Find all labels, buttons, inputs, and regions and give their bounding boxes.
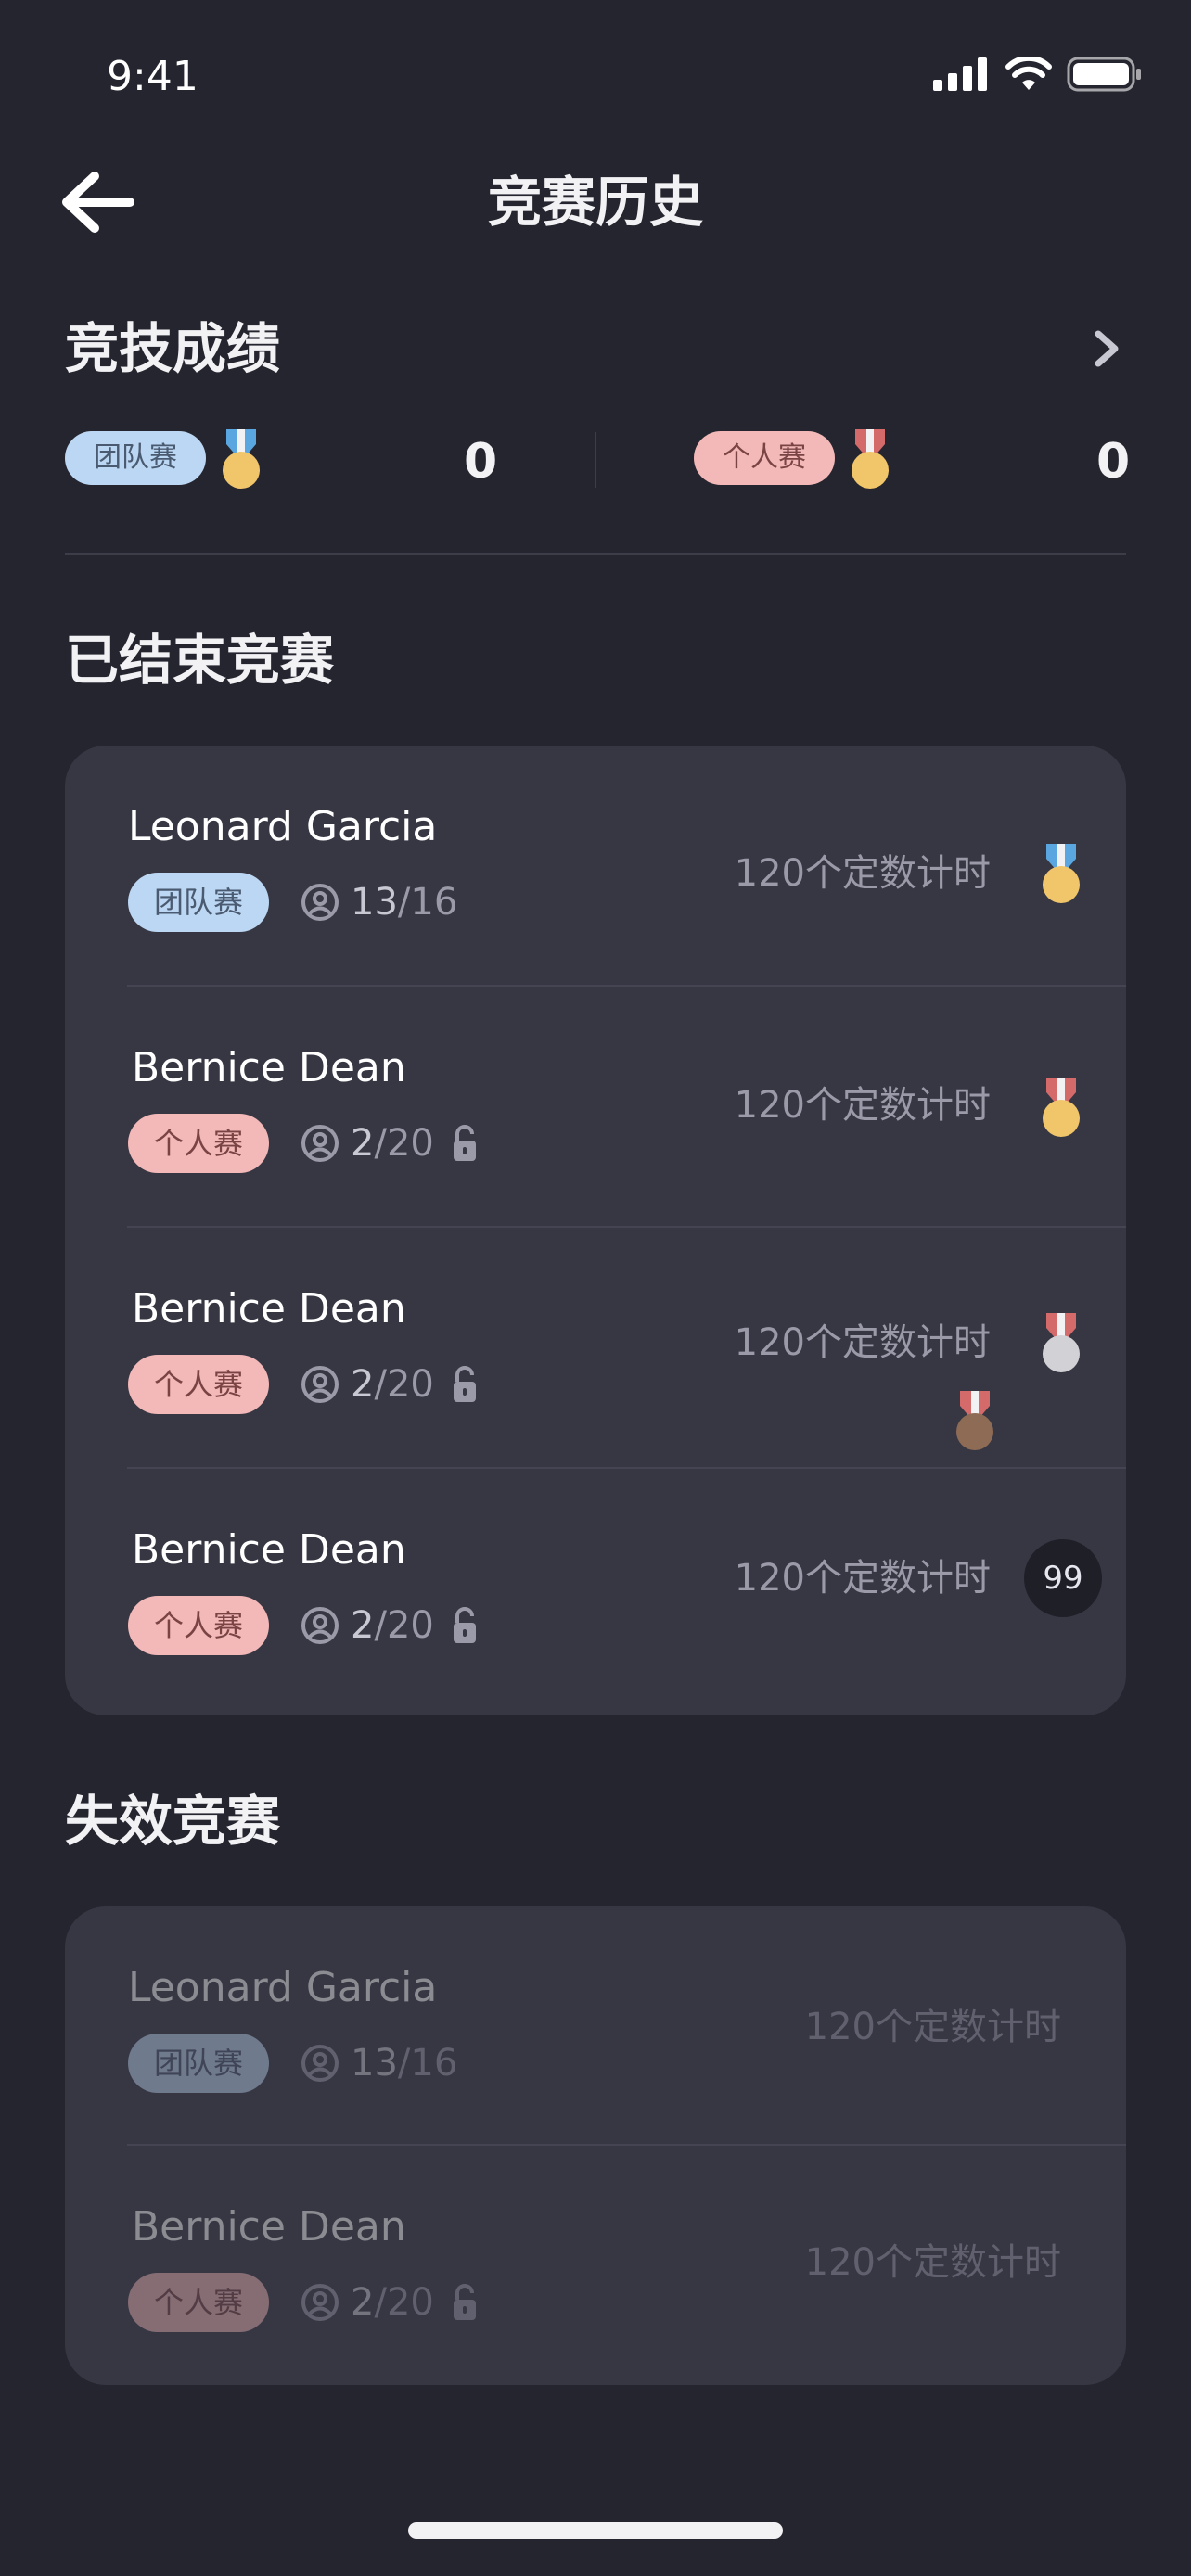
gold-medal-icon — [223, 429, 260, 489]
person-icon — [301, 2045, 339, 2082]
cellular-signal-icon — [933, 57, 987, 91]
joined-count: 13 — [351, 2042, 398, 2085]
section-divider — [65, 553, 1126, 555]
competition-row[interactable]: Bernice Dean 个人赛 2/20 120个定数计时 99 — [65, 1469, 1126, 1710]
competition-name: Leonard Garcia — [128, 803, 438, 850]
participant-count: 13/16 — [351, 881, 458, 924]
competition-meta: 团队赛 13/16 — [128, 2033, 457, 2094]
competition-mode: 120个定数计时 — [804, 2241, 1061, 2284]
person-icon — [301, 2284, 339, 2321]
joined-count: 2 — [351, 1604, 375, 1647]
competition-meta: 团队赛 13/16 — [128, 872, 457, 933]
competition-meta: 个人赛 2/20 — [128, 1595, 479, 1656]
total-count: 20 — [386, 1604, 434, 1647]
expired-competition-row[interactable]: Leonard Garcia 团队赛 13/16 120个定数计时 — [65, 1906, 1126, 2148]
competition-mode: 120个定数计时 — [734, 1084, 991, 1127]
individual-tag: 个人赛 — [128, 1596, 269, 1655]
competition-name: Bernice Dean — [132, 1285, 406, 1333]
battery-icon — [1067, 57, 1141, 92]
page-title: 竞赛历史 — [487, 171, 703, 234]
lock-icon — [453, 2284, 476, 2320]
status-icons — [933, 52, 1143, 96]
person-icon — [301, 1607, 339, 1644]
participant-count: 13/16 — [351, 2042, 458, 2085]
wifi-icon — [1005, 57, 1052, 90]
team-tag: 团队赛 — [65, 431, 206, 485]
competition-meta: 个人赛 2/20 — [128, 2272, 479, 2333]
total-count: 20 — [386, 1363, 434, 1406]
competition-meta: 个人赛 2/20 — [128, 1354, 479, 1415]
expired-title: 失效竞赛 — [65, 1790, 281, 1853]
total-count: 20 — [386, 2281, 434, 2324]
individual-tag: 个人赛 — [694, 431, 835, 485]
competition-name: Leonard Garcia — [128, 1964, 438, 2011]
competition-meta: 个人赛 2/20 — [128, 1113, 479, 1174]
competition-name: Bernice Dean — [132, 1526, 406, 1574]
person-icon — [301, 1125, 339, 1162]
gold-medal-icon — [852, 429, 889, 489]
lock-icon — [453, 1125, 476, 1161]
competition-row[interactable]: Bernice Dean 个人赛 2/20 120个定数计时 — [65, 987, 1126, 1228]
joined-count: 13 — [351, 881, 398, 924]
competition-mode: 120个定数计时 — [804, 2006, 1061, 2048]
competition-name: Bernice Dean — [132, 1044, 406, 1091]
gold-medal-icon — [1043, 844, 1080, 903]
gold-medal-icon — [1043, 1078, 1080, 1137]
individual-score: 0 — [1096, 434, 1131, 490]
total-count: 16 — [410, 881, 458, 924]
finished-card: Leonard Garcia 团队赛 13/16 120个定数计时 Bernic… — [65, 746, 1126, 1715]
individual-tag: 个人赛 — [128, 1114, 269, 1173]
person-icon — [301, 884, 339, 921]
participant-count: 2/20 — [351, 1122, 434, 1165]
competition-row[interactable]: Bernice Dean 个人赛 2/20 120个定数计时 — [65, 1228, 1126, 1469]
competition-mode: 120个定数计时 — [734, 852, 991, 895]
total-count: 16 — [410, 2042, 458, 2085]
achievements-more-button[interactable] — [1089, 326, 1126, 371]
competition-mode: 120个定数计时 — [734, 1321, 991, 1364]
individual-tag: 个人赛 — [128, 2273, 269, 2332]
participant-count: 2/20 — [351, 1604, 434, 1647]
team-tag: 团队赛 — [128, 873, 269, 932]
joined-count: 2 — [351, 1363, 375, 1406]
bronze-medal-icon — [956, 1391, 993, 1450]
chevron-right-icon — [1095, 330, 1119, 367]
competition-row[interactable]: Leonard Garcia 团队赛 13/16 120个定数计时 — [65, 746, 1126, 987]
silver-medal-icon — [1043, 1313, 1080, 1372]
person-icon — [301, 1366, 339, 1403]
joined-count: 2 — [351, 1122, 375, 1165]
lock-icon — [453, 1366, 476, 1402]
home-indicator[interactable] — [408, 2522, 783, 2539]
team-score: 0 — [464, 434, 498, 490]
achievements-title: 竞技成绩 — [65, 317, 281, 380]
rank-badge: 99 — [1024, 1539, 1102, 1617]
expired-card: Leonard Garcia 团队赛 13/16 120个定数计时 Bernic… — [65, 1906, 1126, 2385]
team-tag: 团队赛 — [128, 2034, 269, 2093]
lock-icon — [453, 1607, 476, 1643]
participant-count: 2/20 — [351, 1363, 434, 1406]
expired-competition-row[interactable]: Bernice Dean 个人赛 2/20 120个定数计时 — [65, 2146, 1126, 2387]
score-divider — [595, 432, 596, 488]
individual-tag: 个人赛 — [128, 1355, 269, 1414]
joined-count: 2 — [351, 2281, 375, 2324]
competition-name: Bernice Dean — [132, 2203, 406, 2251]
finished-title: 已结束竞赛 — [65, 629, 335, 692]
participant-count: 2/20 — [351, 2281, 434, 2324]
competition-mode: 120个定数计时 — [734, 1557, 991, 1600]
status-time: 9:41 — [107, 53, 198, 100]
total-count: 20 — [386, 1122, 434, 1165]
